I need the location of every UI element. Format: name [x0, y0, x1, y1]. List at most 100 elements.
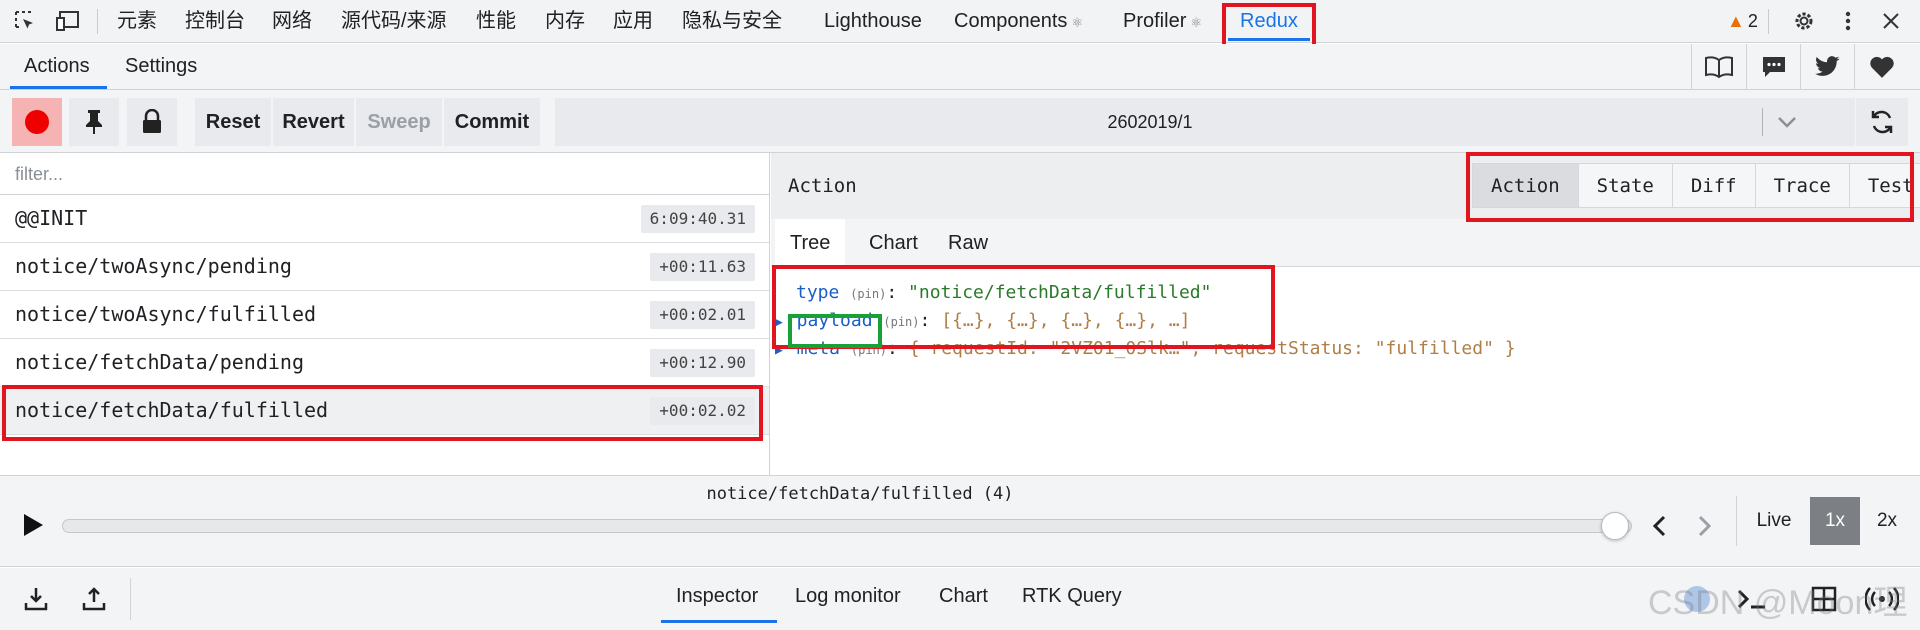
- action-time: +00:12.90: [650, 349, 755, 377]
- settings-gear-icon[interactable]: [1789, 7, 1819, 35]
- commit-button[interactable]: Commit: [444, 98, 540, 146]
- slider-handle[interactable]: [1601, 512, 1629, 540]
- time-travel-slider: notice/fetchData/fulfilled (4) Live 1x 2…: [0, 475, 1920, 567]
- tab-settings[interactable]: Settings: [125, 44, 197, 90]
- mode-diff[interactable]: Diff: [1671, 163, 1756, 208]
- warning-indicator[interactable]: ▲ 2: [1727, 0, 1758, 43]
- action-name: notice/fetchData/fulfilled: [15, 398, 329, 422]
- action-item[interactable]: notice/twoAsync/fulfilled +00:02.01: [0, 291, 769, 339]
- tree-value: "notice/fetchData/fulfilled": [908, 282, 1212, 303]
- reset-button[interactable]: Reset: [195, 98, 271, 146]
- slider-track[interactable]: [62, 512, 1632, 540]
- tab-performance[interactable]: 性能: [476, 0, 516, 43]
- tab-application[interactable]: 应用: [613, 0, 653, 43]
- expand-arrow-icon[interactable]: ▶: [775, 315, 783, 330]
- lock-button[interactable]: [127, 98, 177, 146]
- pin-link[interactable]: (pin): [850, 287, 886, 301]
- active-tab-underline: [661, 620, 777, 623]
- tab-lighthouse[interactable]: Lighthouse: [824, 0, 922, 43]
- tab-actions[interactable]: Actions: [24, 44, 90, 90]
- tree-value-prefix: { requestId:: [908, 338, 1050, 359]
- export-icon[interactable]: [69, 578, 119, 620]
- detail-header: Action Action State Diff Trace Test: [771, 153, 1920, 219]
- active-tab-underline: [1228, 38, 1310, 41]
- record-button[interactable]: [12, 98, 62, 146]
- twitter-icon[interactable]: [1800, 44, 1854, 90]
- action-name: @@INIT: [15, 206, 88, 230]
- sync-button[interactable]: [1856, 98, 1908, 146]
- tree-value-request-id: "2VZ01_0Slk…": [1049, 338, 1191, 359]
- live-button[interactable]: Live: [1748, 497, 1800, 545]
- warning-icon: ▲: [1727, 11, 1745, 31]
- tab-memory[interactable]: 内存: [545, 0, 585, 43]
- docs-book-icon[interactable]: [1691, 44, 1745, 90]
- view-subtabs: Tree Chart Raw: [771, 219, 1920, 267]
- chat-feedback-icon[interactable]: [1746, 44, 1800, 90]
- action-item[interactable]: notice/fetchData/pending +00:12.90: [0, 339, 769, 387]
- action-time: +00:02.01: [650, 301, 755, 329]
- previous-action-icon[interactable]: [1644, 508, 1674, 544]
- mode-state[interactable]: State: [1577, 163, 1673, 208]
- close-icon[interactable]: [1876, 7, 1906, 35]
- tree-node-type: type (pin): "notice/fetchData/fulfilled": [796, 278, 1211, 308]
- slider-label: notice/fetchData/fulfilled (4): [706, 484, 1014, 504]
- play-icon[interactable]: [18, 510, 48, 540]
- tab-inspector[interactable]: Inspector: [676, 568, 758, 624]
- sweep-button[interactable]: Sweep: [356, 98, 442, 146]
- subtab-raw[interactable]: Raw: [934, 219, 1002, 267]
- divider: [1768, 9, 1769, 34]
- tree-node-meta[interactable]: ▶ meta (pin): { requestId: "2VZ01_0Slk…"…: [775, 334, 1516, 364]
- expand-arrow-icon[interactable]: ▶: [775, 343, 783, 358]
- import-icon[interactable]: [11, 578, 61, 620]
- filter-input[interactable]: filter...: [0, 153, 769, 195]
- detail-title: Action: [788, 175, 857, 197]
- action-item[interactable]: @@INIT 6:09:40.31: [0, 195, 769, 243]
- more-options-icon[interactable]: [1833, 7, 1863, 35]
- colon: :: [887, 338, 909, 359]
- tree-value-mid: , requestStatus:: [1190, 338, 1375, 359]
- speed-1x-button[interactable]: 1x: [1810, 497, 1860, 545]
- mode-action[interactable]: Action: [1472, 163, 1579, 208]
- tab-security[interactable]: 隐私与安全: [682, 0, 782, 43]
- device-toolbar-icon[interactable]: [53, 7, 83, 35]
- react-gear-icon: ⚛: [1190, 15, 1203, 30]
- action-item[interactable]: notice/twoAsync/pending +00:11.63: [0, 243, 769, 291]
- mode-trace[interactable]: Trace: [1754, 163, 1850, 208]
- tab-redux[interactable]: Redux: [1240, 0, 1298, 43]
- pin-link[interactable]: (pin): [883, 315, 919, 329]
- subtab-tree[interactable]: Tree: [775, 219, 846, 267]
- tab-log-monitor[interactable]: Log monitor: [795, 568, 901, 624]
- tree-key: meta: [796, 338, 841, 359]
- speed-2x-button[interactable]: 2x: [1862, 497, 1912, 545]
- next-action-icon[interactable]: [1690, 508, 1720, 544]
- tab-sources[interactable]: 源代码/来源: [341, 0, 447, 43]
- tab-network[interactable]: 网络: [272, 0, 312, 43]
- inspect-element-icon[interactable]: [10, 7, 40, 35]
- action-name: notice/twoAsync/pending: [15, 254, 292, 278]
- subtab-chart[interactable]: Chart: [855, 219, 932, 267]
- tab-profiler[interactable]: Profiler ⚛: [1123, 0, 1202, 43]
- sync-icon: [1871, 110, 1893, 134]
- pin-button[interactable]: [69, 98, 119, 146]
- tree-node-payload[interactable]: ▶ payload (pin): [{…}, {…}, {…}, {…}, …]: [775, 306, 1190, 336]
- bottom-bar: Inspector Log monitor Chart RTK Query: [0, 568, 1920, 630]
- divider: [1736, 496, 1737, 546]
- mode-test[interactable]: Test: [1848, 163, 1920, 208]
- devtools-tab-bar: 元素 控制台 网络 源代码/来源 性能 内存 应用 隐私与安全 Lighthou…: [0, 0, 1920, 43]
- instance-selector[interactable]: 2602019/1: [555, 98, 1855, 146]
- tab-elements[interactable]: 元素: [117, 0, 157, 43]
- action-time: +00:02.02: [650, 397, 755, 425]
- tab-components[interactable]: Components ⚛: [954, 0, 1083, 43]
- action-item-selected[interactable]: notice/fetchData/fulfilled +00:02.02: [0, 387, 769, 435]
- chevron-down-icon[interactable]: [1767, 98, 1807, 146]
- active-tab-underline: [10, 86, 107, 89]
- heart-icon[interactable]: [1854, 44, 1908, 90]
- action-name: notice/twoAsync/fulfilled: [15, 302, 317, 326]
- revert-button[interactable]: Revert: [273, 98, 354, 146]
- tab-rtk-query[interactable]: RTK Query: [1022, 568, 1122, 624]
- tab-console[interactable]: 控制台: [185, 0, 245, 43]
- tab-chart[interactable]: Chart: [939, 568, 988, 624]
- tree-value: [{…}, {…}, {…}, {…}, …]: [941, 310, 1191, 331]
- divider: [1762, 108, 1763, 136]
- pin-link[interactable]: (pin): [851, 343, 887, 357]
